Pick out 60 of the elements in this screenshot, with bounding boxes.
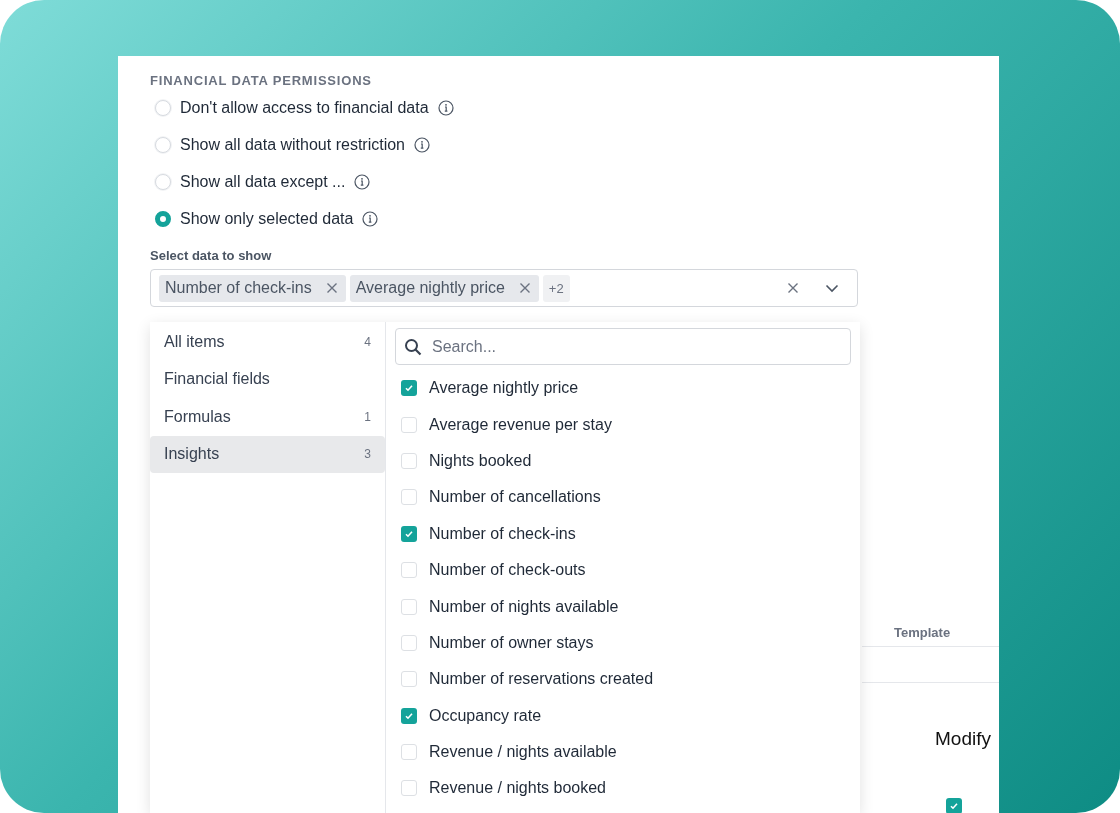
checkbox[interactable] (401, 452, 417, 469)
checkbox[interactable] (401, 634, 417, 651)
chevron-down-icon[interactable] (825, 283, 839, 293)
item-label: Occupancy rate (429, 706, 542, 725)
clear-icon[interactable] (787, 282, 799, 294)
checkbox[interactable] (401, 416, 417, 433)
option-label: Show all data except ... (180, 172, 346, 191)
checkbox[interactable] (946, 798, 962, 813)
category-label: Financial fields (164, 370, 270, 389)
category-count: 4 (364, 334, 371, 349)
radio-button[interactable] (155, 210, 171, 227)
item-label: Revenue / nights booked (429, 779, 606, 798)
column-header: Template (862, 617, 999, 647)
category-item[interactable]: Insights 3 (150, 435, 385, 473)
info-icon[interactable] (354, 173, 371, 190)
check-icon (404, 528, 414, 539)
checkbox[interactable] (401, 525, 417, 542)
remove-icon[interactable] (518, 282, 531, 294)
checkbox[interactable] (401, 489, 417, 506)
category-count: 1 (364, 409, 371, 424)
checkbox[interactable] (401, 598, 417, 615)
item-label: Number of nights available (429, 597, 619, 616)
chip-label: Number of check-ins (165, 279, 312, 297)
checkbox[interactable] (401, 707, 417, 724)
search-field[interactable]: Search... (395, 328, 851, 365)
item-label: Number of owner stays (429, 633, 594, 652)
item-label: Number of reservations created (429, 670, 654, 689)
chip-label: Average nightly price (355, 279, 505, 297)
checkbox[interactable] (401, 380, 417, 397)
item-label: Average nightly price (429, 379, 579, 398)
category-label: Insights (164, 445, 220, 464)
multi-select-field[interactable]: Number of check-ins Average nightly price +2 (150, 269, 858, 307)
category-count: 3 (364, 447, 371, 462)
checkbox[interactable] (401, 562, 417, 579)
action-label: Modify (935, 728, 992, 750)
option-label: Show only selected data (180, 209, 354, 228)
more-count: +2 (542, 274, 570, 302)
item-label: Number of cancellations (429, 488, 601, 507)
remove-icon[interactable] (325, 282, 338, 294)
item-label: Nights booked (429, 451, 532, 470)
search-icon (404, 338, 422, 356)
info-icon[interactable] (414, 136, 430, 153)
check-icon (404, 710, 414, 721)
info-icon[interactable] (437, 99, 454, 116)
field-label: Select data to show (150, 248, 273, 263)
category-label: All items (164, 332, 225, 351)
item-label: Number of check-outs (429, 561, 586, 580)
checkbox[interactable] (401, 671, 417, 688)
check-icon (404, 383, 414, 394)
category-label: Formulas (164, 407, 231, 426)
checkbox[interactable] (401, 744, 417, 761)
info-icon[interactable] (362, 210, 379, 227)
item-label: Revenue / nights available (429, 743, 617, 762)
item-label: Number of check-ins (429, 524, 576, 543)
item-label: Average revenue per stay (429, 415, 612, 434)
checkbox[interactable] (401, 780, 417, 797)
option-label: Show all data without restriction (180, 135, 405, 154)
check-icon (949, 801, 959, 811)
section-title: FINANCIAL DATA PERMISSIONS (150, 73, 373, 88)
option-label: Don't allow access to financial data (180, 98, 429, 117)
